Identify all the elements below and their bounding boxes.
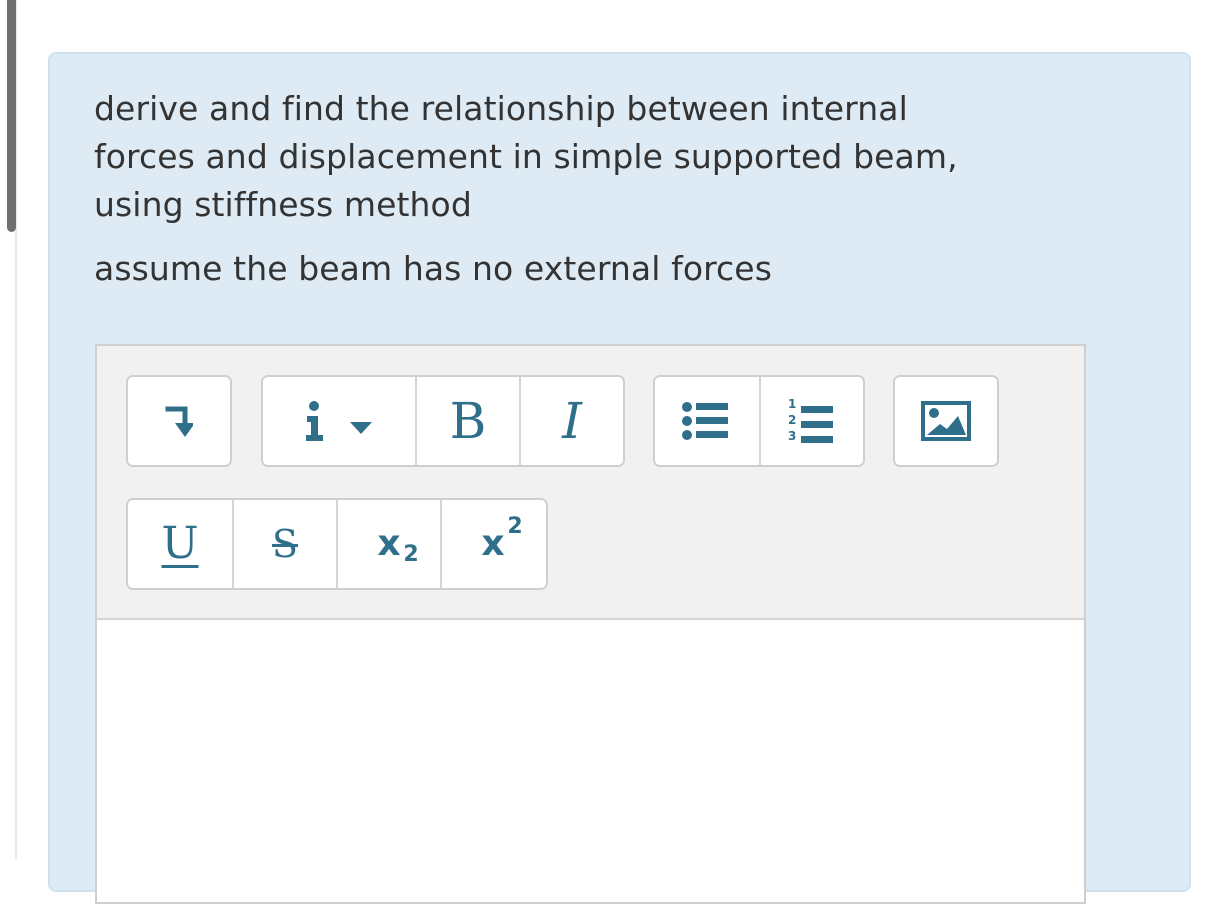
- superscript-icon: x 2: [481, 516, 522, 564]
- info-icon: [306, 401, 372, 441]
- text-style-button-group: B I: [261, 375, 625, 467]
- question-line-3: using stiffness method: [94, 185, 472, 224]
- subscript-icon: x 2: [377, 523, 418, 566]
- question-assumption: assume the beam has no external forces: [94, 249, 772, 288]
- subscript-base: x: [377, 523, 401, 564]
- svg-text:2: 2: [788, 413, 796, 427]
- bulleted-list-icon: [682, 402, 728, 440]
- superscript-mark: 2: [507, 514, 523, 539]
- answer-text-area[interactable]: [97, 620, 1084, 902]
- numbered-list-icon: 1 2 3: [788, 397, 833, 443]
- media-button-group: [893, 375, 999, 467]
- question-line-2: forces and displacement in simple suppor…: [94, 137, 958, 176]
- numbered-list-button[interactable]: 1 2 3: [759, 377, 863, 465]
- chevron-down-icon: [350, 422, 372, 434]
- paragraph-format-button[interactable]: [128, 377, 230, 465]
- bulleted-list-button[interactable]: [655, 377, 759, 465]
- editor-toolbar: B I 1 2 3 U S x 2 x 2: [97, 346, 1084, 620]
- format-button-group: U S x 2 x 2: [126, 498, 548, 590]
- insert-image-button[interactable]: [895, 377, 997, 465]
- image-icon: [921, 401, 971, 441]
- paragraph-button-group: [126, 375, 232, 467]
- list-button-group: 1 2 3: [653, 375, 865, 467]
- paragraph-format-icon: [165, 406, 193, 437]
- bold-button[interactable]: B: [415, 377, 519, 465]
- superscript-base: x: [481, 523, 505, 564]
- question-panel: derive and find the relationship between…: [48, 52, 1191, 904]
- answer-editor: B I 1 2 3 U S x 2 x 2: [95, 344, 1086, 904]
- subscript-button[interactable]: x 2: [336, 500, 440, 588]
- question-text: derive and find the relationship between…: [94, 85, 1054, 293]
- subscript-mark: 2: [403, 542, 419, 567]
- info-dropdown-button[interactable]: [263, 377, 415, 465]
- svg-text:3: 3: [788, 429, 796, 443]
- superscript-button[interactable]: x 2: [440, 500, 544, 588]
- question-line-1: derive and find the relationship between…: [94, 89, 908, 128]
- svg-text:1: 1: [788, 397, 796, 411]
- underline-button[interactable]: U: [128, 500, 232, 588]
- italic-button[interactable]: I: [519, 377, 623, 465]
- strikethrough-button[interactable]: S: [232, 500, 336, 588]
- scrollbar-thumb[interactable]: [7, 0, 16, 232]
